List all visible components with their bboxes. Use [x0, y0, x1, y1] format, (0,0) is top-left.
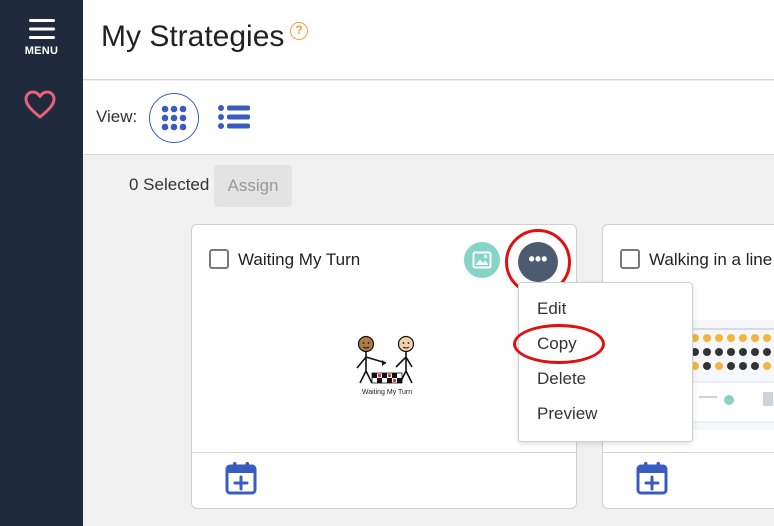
view-label: View:: [96, 107, 138, 126]
strategy-illustration: [356, 335, 415, 384]
card-footer: [603, 452, 774, 508]
page-title: My Strategies: [101, 20, 285, 53]
main-content: My Strategies ? View: 0 Selected Assign …: [83, 0, 774, 526]
grid-view-button[interactable]: [149, 93, 199, 143]
menu-button[interactable]: MENU: [0, 18, 83, 70]
hamburger-icon: [28, 19, 55, 39]
card-options-menu: Edit Copy Delete Preview: [513, 282, 693, 442]
image-icon: [472, 251, 492, 269]
card-checkbox[interactable]: [209, 249, 229, 269]
menu-label: MENU: [24, 45, 59, 57]
menu-item-copy[interactable]: Copy: [537, 334, 577, 354]
view-toolbar: View:: [83, 81, 774, 155]
menu-item-preview[interactable]: Preview: [537, 404, 597, 424]
grid-icon: [161, 105, 187, 131]
more-options-button[interactable]: •••: [518, 242, 558, 282]
page-header: My Strategies ?: [83, 0, 774, 80]
card-title: Walking in a line: [649, 250, 773, 269]
selected-count: 0 Selected: [129, 175, 210, 194]
illustration-caption: Waiting My Turn: [361, 389, 413, 396]
image-badge[interactable]: [464, 242, 500, 278]
strategy-thumbnail: [689, 320, 774, 430]
sidebar: MENU: [0, 0, 83, 526]
menu-item-edit[interactable]: Edit: [537, 299, 566, 319]
card-title: Waiting My Turn: [238, 250, 361, 269]
menu-item-delete[interactable]: Delete: [537, 369, 586, 389]
card-checkbox[interactable]: [620, 249, 640, 269]
card-footer: [192, 452, 576, 508]
assign-button[interactable]: Assign: [214, 165, 292, 207]
calendar-add-icon[interactable]: [636, 461, 668, 495]
calendar-add-icon[interactable]: [225, 461, 257, 495]
heart-icon[interactable]: [24, 90, 56, 120]
list-view-icon[interactable]: [218, 104, 250, 130]
help-icon[interactable]: ?: [290, 22, 308, 40]
